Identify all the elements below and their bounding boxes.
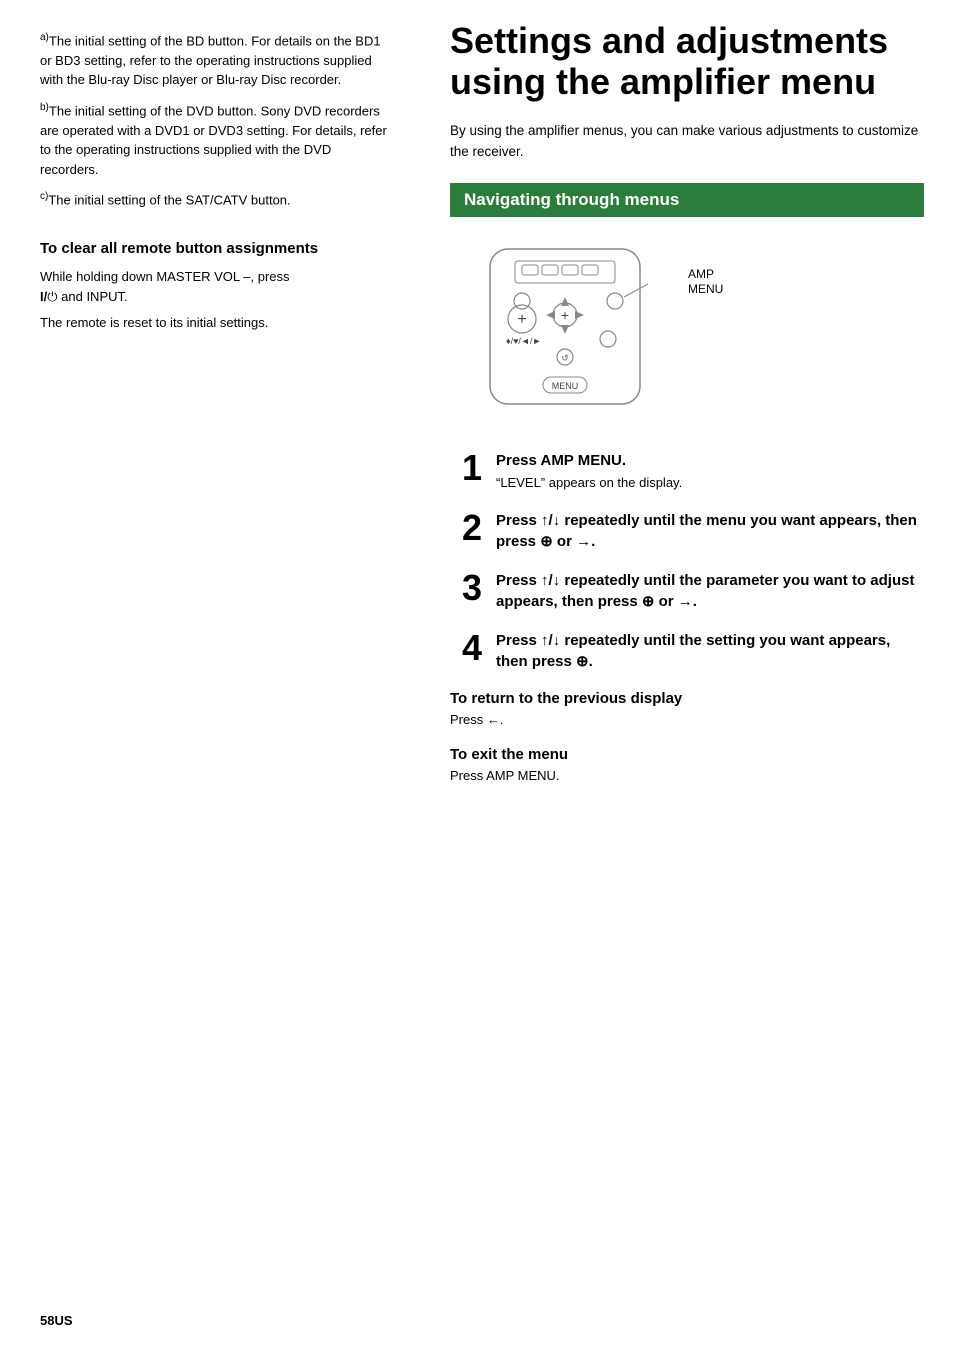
remote-diagram: + ♦/♥/◄/► + [460,239,924,422]
step-3-title: Press ↑/↓ repeatedly until the parameter… [496,570,924,612]
exit-section: To exit the menu Press AMP MENU. [450,746,924,786]
step-4-title: Press ↑/↓ repeatedly until the setting y… [496,630,924,672]
footnotes-section: a)The initial setting of the BD button. … [40,30,390,210]
footnote-a-text: The initial setting of the BD button. Fo… [40,33,381,87]
step-1-desc: “LEVEL” appears on the display. [496,473,924,493]
page-number: 58US [40,1313,73,1328]
svg-text:+: + [517,311,526,328]
step-1: 1 Press AMP MENU. “LEVEL” appears on the… [450,450,924,493]
return-section: To return to the previous display Press … [450,690,924,730]
exit-heading: To exit the menu [450,746,924,763]
clear-section-body1: While holding down MASTER VOL –, press I… [40,267,390,307]
step-1-title: Press AMP MENU. [496,450,924,471]
svg-text:+: + [561,307,569,323]
nav-banner: Navigating through menus [450,183,924,217]
step-2: 2 Press ↑/↓ repeatedly until the menu yo… [450,510,924,552]
clear-section-heading: To clear all remote button assignments [40,238,390,259]
return-heading: To return to the previous display [450,690,924,707]
svg-text:MENU: MENU [552,381,579,391]
intro-text: By using the amplifier menus, you can ma… [450,121,924,163]
remote-image: + ♦/♥/◄/► + [460,239,680,422]
step-3-number: 3 [450,570,482,606]
clear-section-body2: The remote is reset to its initial setti… [40,313,390,333]
step-2-number: 2 [450,510,482,546]
exit-body: Press AMP MENU. [450,766,924,786]
footnote-c: c)The initial setting of the SAT/CATV bu… [40,189,390,210]
return-body: Press ←. [450,710,924,730]
step-1-content: Press AMP MENU. “LEVEL” appears on the d… [496,450,924,493]
step-3-content: Press ↑/↓ repeatedly until the parameter… [496,570,924,612]
footnote-a: a)The initial setting of the BD button. … [40,30,390,90]
amp-menu-label: AMP MENU [688,267,723,298]
step-2-title: Press ↑/↓ repeatedly until the menu you … [496,510,924,552]
step-4: 4 Press ↑/↓ repeatedly until the setting… [450,630,924,672]
step-2-content: Press ↑/↓ repeatedly until the menu you … [496,510,924,552]
step-4-content: Press ↑/↓ repeatedly until the setting y… [496,630,924,672]
footnote-b-marker: b) [40,102,49,113]
footnote-b: b)The initial setting of the DVD button.… [40,100,390,179]
page-title: Settings and adjustments using the ampli… [450,20,924,103]
step-3: 3 Press ↑/↓ repeatedly until the paramet… [450,570,924,612]
footnote-a-marker: a) [40,32,49,43]
svg-text:↺: ↺ [561,353,569,363]
footnote-b-text: The initial setting of the DVD button. S… [40,103,387,177]
clear-assignments-section: To clear all remote button assignments W… [40,238,390,333]
step-1-number: 1 [450,450,482,486]
step-4-number: 4 [450,630,482,666]
svg-text:♦/♥/◄/►: ♦/♥/◄/► [506,336,541,346]
footnote-c-text: The initial setting of the SAT/CATV butt… [48,192,290,207]
